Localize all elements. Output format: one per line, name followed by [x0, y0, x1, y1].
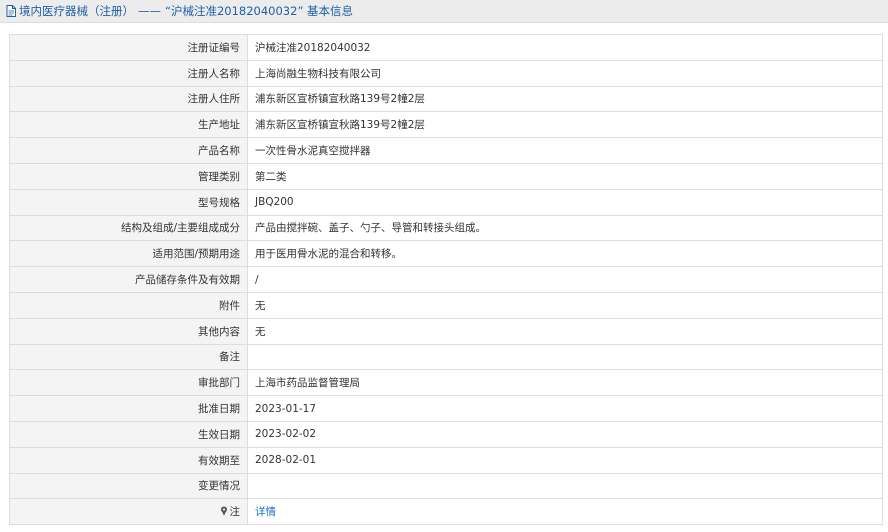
field-value: 用于医用骨水泥的混合和转移。 [247, 240, 883, 268]
field-value: 2028-02-01 [247, 446, 883, 474]
field-label: 备注 [9, 343, 248, 371]
field-value: 2023-01-17 [247, 395, 883, 422]
field-label: 注册人住所 [9, 85, 248, 113]
field-value: 浦东新区宣桥镇宣秋路139号2幢2层 [247, 85, 883, 113]
table-row: 管理类别 第二类 [9, 162, 883, 190]
registration-info-table: 注册证编号 沪械注准20182040032 注册人名称 上海尚融生物科技有限公司 注册人… [9, 34, 883, 526]
table-row: 有效期至 2028-02-01 [9, 446, 883, 474]
table-row: 附件无 [9, 291, 883, 319]
table-row: 适用范围/预期用途 用于医用骨水泥的混合和转移。 [9, 240, 883, 268]
field-label: 管理类别 [9, 162, 248, 190]
field-value: 产品由搅拌碗、盖子、勺子、导管和转接头组成。 [247, 214, 883, 242]
title-separator: —— [138, 4, 161, 18]
pin-icon [220, 506, 227, 517]
table-row: 结构及组成/主要组成成分 产品由搅拌碗、盖子、勺子、导管和转接头组成。 [9, 214, 883, 242]
table-row: 注册人住所 浦东新区宣桥镇宣秋路139号2幢2层 [9, 85, 883, 113]
field-label: 产品名称 [9, 137, 248, 164]
category-label: 境内医疗器械（注册） [19, 4, 134, 18]
field-label: 附件 [9, 291, 248, 319]
table-row: 生效日期 2023-02-02 [9, 420, 883, 448]
note-value-cell: 详情 [247, 498, 883, 526]
table-row: 产品名称 一次性骨水泥真空搅拌器 [9, 137, 883, 164]
field-value: 上海市药品监督管理局 [247, 369, 883, 397]
table-row: 批准日期 2023-01-17 [9, 395, 883, 422]
page-title: “沪械注准20182040032” 基本信息 [165, 4, 354, 18]
field-value [247, 472, 883, 500]
note-row: 注 详情 [9, 498, 883, 526]
field-label: 有效期至 [9, 446, 248, 474]
table-row: 生产地址 浦东新区宣桥镇宣秋路139号2幢2层 [9, 111, 883, 139]
field-label: 产品储存条件及有效期 [9, 266, 248, 293]
field-value: 沪械注准20182040032 [247, 34, 883, 61]
field-label: 生效日期 [9, 420, 248, 448]
table-row: 其他内容无 [9, 317, 883, 345]
table-row: 产品储存条件及有效期 / [9, 266, 883, 293]
page-title-bar: 境内医疗器械（注册） —— “沪械注准20182040032” 基本信息 [0, 0, 888, 23]
note-label-cell: 注 [9, 498, 248, 526]
field-value: JBQ200 [247, 188, 883, 216]
field-value: / [247, 266, 883, 293]
field-label: 其他内容 [9, 317, 248, 345]
table-row: 型号规格 JBQ200 [9, 188, 883, 216]
field-value [247, 343, 883, 371]
field-label: 型号规格 [9, 188, 248, 216]
table-row: 备注 [9, 343, 883, 371]
field-value: 上海尚融生物科技有限公司 [247, 59, 883, 87]
details-link[interactable]: 详情 [255, 506, 276, 518]
note-label: 注 [229, 506, 241, 519]
field-value: 一次性骨水泥真空搅拌器 [247, 137, 883, 164]
table-row: 变更情况 [9, 472, 883, 500]
document-icon [6, 5, 16, 17]
field-value: 无 [247, 291, 883, 319]
table-row: 注册人名称 上海尚融生物科技有限公司 [9, 59, 883, 87]
field-label: 生产地址 [9, 111, 248, 139]
table-row: 审批部门 上海市药品监督管理局 [9, 369, 883, 397]
field-label: 注册证编号 [9, 34, 248, 61]
table-row: 注册证编号 沪械注准20182040032 [9, 34, 883, 61]
field-label: 适用范围/预期用途 [9, 240, 248, 268]
field-label: 注册人名称 [9, 59, 248, 87]
field-label: 结构及组成/主要组成成分 [9, 214, 248, 242]
field-label: 批准日期 [9, 395, 248, 422]
field-value: 第二类 [247, 162, 883, 190]
field-value: 无 [247, 317, 883, 345]
field-label: 变更情况 [9, 472, 248, 500]
field-label: 审批部门 [9, 369, 248, 397]
field-value: 2023-02-02 [247, 420, 883, 448]
field-value: 浦东新区宣桥镇宣秋路139号2幢2层 [247, 111, 883, 139]
